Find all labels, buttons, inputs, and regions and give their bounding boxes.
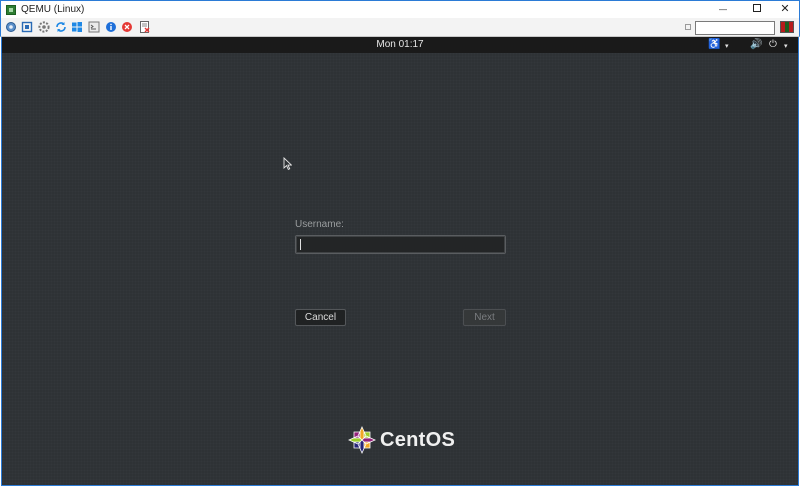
gear-icon[interactable]	[38, 21, 50, 33]
window-title: QEMU (Linux)	[21, 4, 85, 15]
minimize-icon: —	[719, 5, 727, 14]
keyboard-layout-icon[interactable]	[780, 21, 794, 33]
info-icon[interactable]	[105, 21, 117, 33]
text-caret	[300, 239, 301, 250]
next-button[interactable]: Next	[463, 309, 506, 326]
mouse-pointer-icon	[283, 157, 292, 170]
close-button[interactable]: ✕	[769, 1, 800, 18]
chevron-down-icon[interactable]: ▾	[784, 41, 788, 53]
cancel-button[interactable]: Cancel	[295, 309, 346, 326]
chevron-down-icon[interactable]: ▾	[725, 41, 729, 53]
username-label: Username:	[295, 219, 344, 230]
minimize-button[interactable]: —	[707, 1, 739, 18]
power-icon[interactable]: ⏻	[769, 39, 777, 51]
guest-screen[interactable]: Mon 01:17 ♿ ▾ 🔊 ⏻ ▾ Username: Cancel Nex…	[1, 37, 799, 486]
close-icon: ✕	[780, 3, 790, 15]
toolbar-text-field[interactable]	[695, 21, 775, 35]
accessibility-icon[interactable]: ♿	[708, 39, 720, 51]
stop-icon[interactable]	[121, 21, 133, 33]
qemu-toolbar	[0, 18, 800, 37]
refresh-icon[interactable]	[55, 21, 67, 33]
gnome-top-bar: Mon 01:17 ♿ ▾ 🔊 ⏻ ▾	[2, 37, 798, 53]
settings-icon[interactable]	[5, 21, 17, 33]
resize-handle-icon	[685, 24, 691, 30]
clock[interactable]: Mon 01:17	[2, 39, 798, 51]
maximize-icon	[753, 4, 761, 13]
volume-icon[interactable]: 🔊	[750, 39, 762, 51]
centos-logo-icon	[348, 426, 376, 454]
centos-wordmark: CentOS	[380, 429, 456, 451]
window-titlebar[interactable]: QEMU (Linux) — ✕	[0, 0, 800, 18]
console-icon[interactable]	[88, 21, 100, 33]
remove-device-icon[interactable]	[139, 21, 151, 33]
windows-icon[interactable]	[71, 21, 83, 33]
username-input[interactable]	[295, 235, 506, 254]
qemu-app-icon	[6, 5, 16, 15]
fullscreen-icon[interactable]	[21, 21, 33, 33]
